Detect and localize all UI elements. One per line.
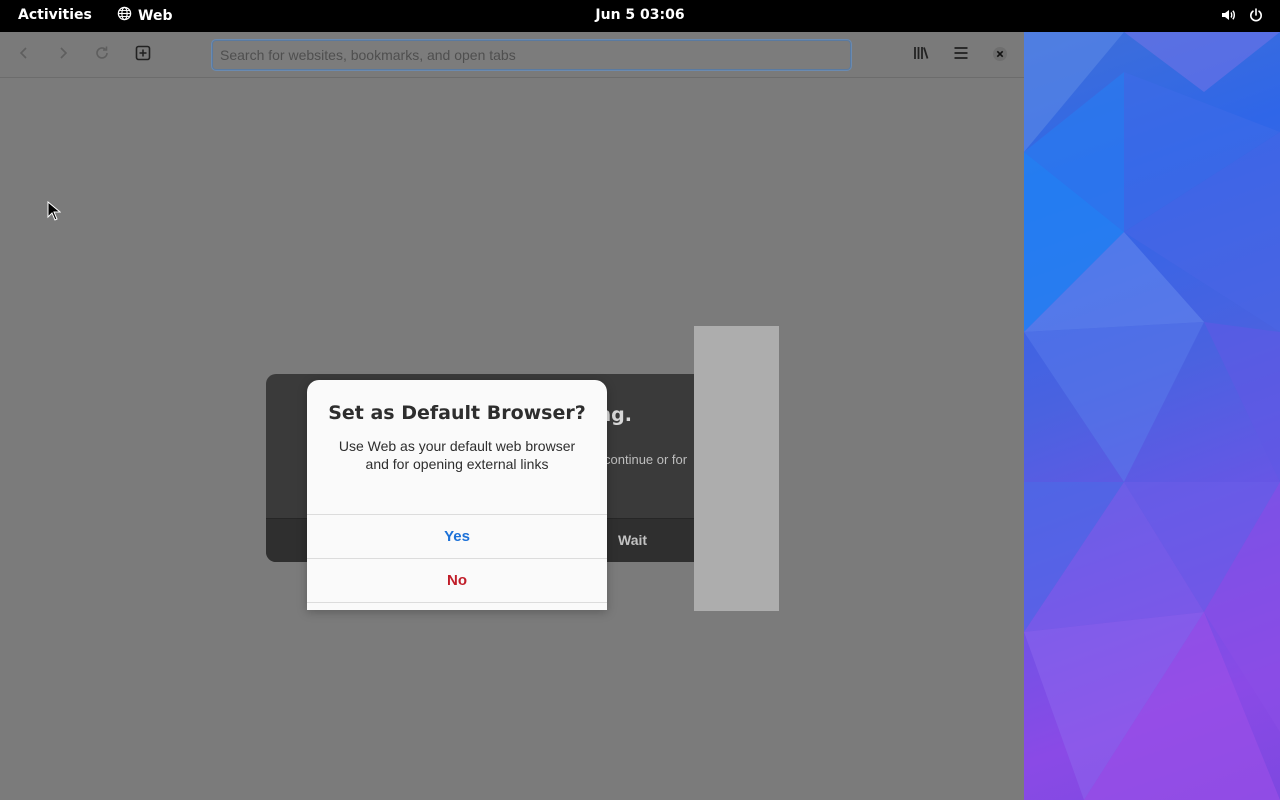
hamburger-menu-icon: [953, 45, 969, 65]
top-bar: Activities Web Jun 5 03:06: [0, 0, 1280, 32]
reload-icon: [94, 45, 110, 65]
no-button[interactable]: No: [307, 558, 607, 602]
page-content: ng. continue or for Wait Set as Default …: [0, 78, 1024, 800]
bookmarks-button[interactable]: [909, 43, 933, 67]
yes-button[interactable]: Yes: [307, 514, 607, 558]
not-responding-body: continue or for: [604, 452, 688, 467]
wait-button[interactable]: Wait: [618, 532, 647, 548]
forward-arrow-icon: [55, 45, 71, 65]
main-menu-button[interactable]: [949, 43, 973, 67]
header-bar: [0, 32, 1024, 78]
forward-button[interactable]: [51, 43, 75, 67]
reload-button[interactable]: [90, 43, 114, 67]
url-search-input[interactable]: [211, 39, 852, 71]
back-button[interactable]: [12, 43, 36, 67]
default-browser-dialog: Set as Default Browser? Use Web as your …: [307, 380, 607, 610]
new-tab-icon: [135, 45, 151, 65]
close-window-button[interactable]: [988, 43, 1012, 67]
new-tab-button[interactable]: [131, 43, 155, 67]
volume-icon[interactable]: [1220, 7, 1236, 27]
power-icon[interactable]: [1248, 7, 1264, 27]
desktop-wallpaper: [1024, 32, 1280, 800]
blank-overlay-panel: [694, 326, 779, 611]
back-arrow-icon: [16, 45, 32, 65]
browser-window: ng. continue or for Wait Set as Default …: [0, 32, 1024, 800]
mouse-pointer-icon: [47, 200, 62, 225]
library-icon: [913, 45, 929, 65]
system-tray[interactable]: [1220, 7, 1264, 27]
dialog-message: Use Web as your default web browser and …: [338, 438, 576, 472]
clock[interactable]: Jun 5 03:06: [0, 7, 1280, 23]
close-icon: [993, 46, 1007, 65]
dialog-divider: [307, 602, 607, 603]
dialog-title: Set as Default Browser?: [328, 402, 586, 424]
